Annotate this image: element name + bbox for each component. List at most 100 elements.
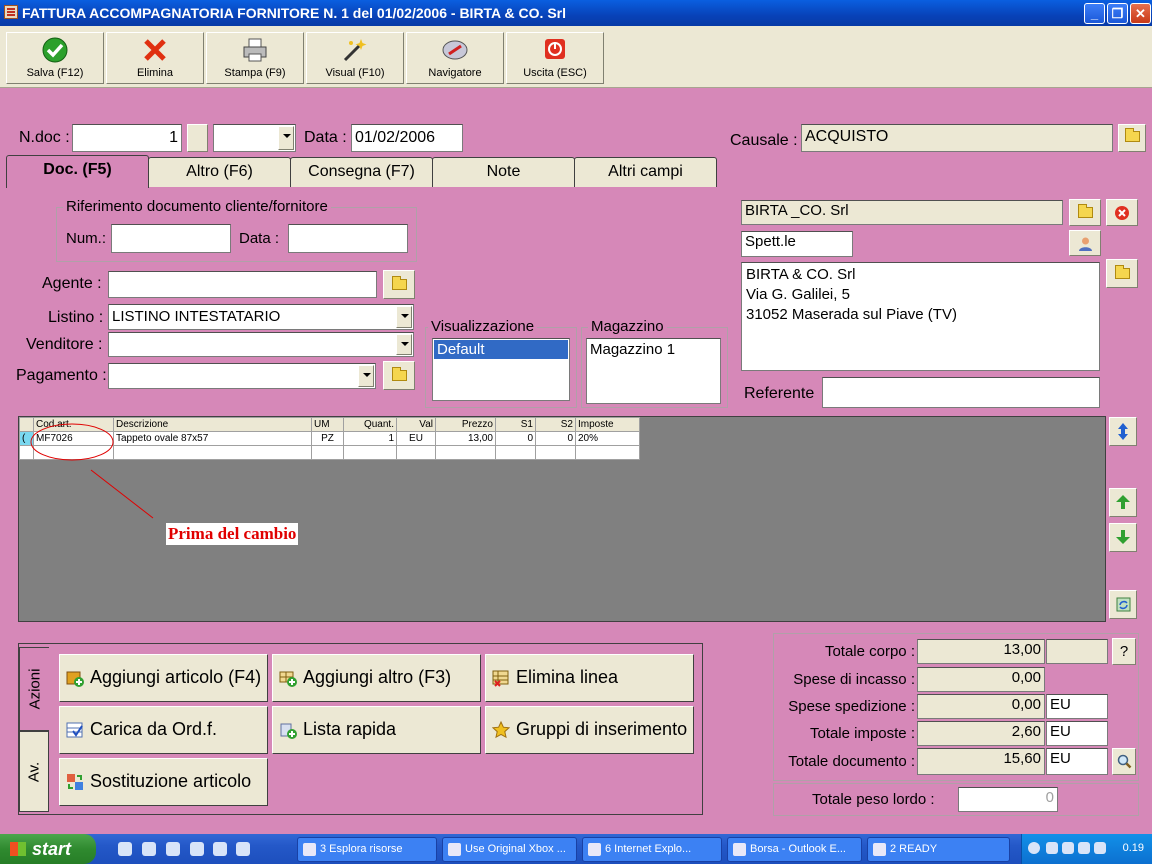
peso-label: Totale peso lordo :: [812, 791, 935, 808]
media-quicklaunch-icon[interactable]: [213, 842, 227, 856]
ndoc-lookup-button[interactable]: [187, 124, 208, 152]
tray-chevron-icon[interactable]: [1028, 842, 1040, 854]
titolo-input[interactable]: Spett.le: [741, 231, 853, 257]
app-quicklaunch-icon[interactable]: [166, 842, 180, 856]
search-quicklaunch-icon[interactable]: [236, 842, 250, 856]
pagamento-browse-button[interactable]: [383, 361, 415, 390]
causale-input[interactable]: ACQUISTO: [801, 124, 1113, 152]
load-from-order-button[interactable]: Carica da Ord.f.: [59, 706, 268, 754]
folder-icon: [1125, 128, 1140, 142]
tray-network-icon[interactable]: [1046, 842, 1058, 854]
windows-flag-icon: [10, 842, 26, 856]
col-s2[interactable]: S2: [535, 417, 576, 432]
cell-s2[interactable]: 0: [535, 431, 576, 446]
chevron-down-icon[interactable]: [358, 365, 374, 387]
cell-val[interactable]: EU: [396, 431, 436, 446]
folder-icon: [392, 367, 407, 381]
venditore-combo[interactable]: [108, 332, 414, 357]
tab-doc[interactable]: Doc. (F5): [6, 155, 149, 188]
date-input[interactable]: 01/02/2006: [351, 124, 463, 152]
contact-button[interactable]: [1069, 230, 1101, 256]
totale-corpo-label: Totale corpo :: [824, 643, 915, 660]
chevron-down-icon[interactable]: [278, 126, 294, 150]
tray-volume-icon[interactable]: [1078, 842, 1090, 854]
tab-note[interactable]: Note: [432, 157, 575, 187]
close-window-button[interactable]: ✕: [1130, 3, 1151, 24]
grid-move-button[interactable]: [1109, 417, 1137, 446]
help-button[interactable]: ?: [1112, 638, 1136, 665]
list-item[interactable]: Magazzino 1: [590, 341, 717, 358]
print-button[interactable]: Stampa (F9): [206, 32, 304, 84]
cliente-clear-button[interactable]: [1106, 199, 1138, 226]
cell-s1[interactable]: 0: [495, 431, 536, 446]
agente-browse-button[interactable]: [383, 270, 415, 299]
visual-button[interactable]: Visual (F10): [306, 32, 404, 84]
minimize-button[interactable]: _: [1084, 3, 1105, 24]
task-ready[interactable]: 2 READY: [867, 837, 1010, 862]
magazzino-list[interactable]: Magazzino 1: [586, 338, 721, 404]
start-button[interactable]: start: [0, 834, 96, 864]
visualizzazione-list[interactable]: Default: [432, 338, 570, 401]
task-internet-explorer[interactable]: 6 Internet Explo...: [582, 837, 722, 862]
ie-quicklaunch-icon[interactable]: [118, 842, 132, 856]
indirizzo-textarea[interactable]: BIRTA & CO. Srl Via G. Galilei, 5 31052 …: [741, 262, 1100, 371]
grid-up-button[interactable]: [1109, 488, 1137, 517]
chevron-down-icon[interactable]: [396, 334, 412, 355]
save-button[interactable]: Salva (F12): [6, 32, 104, 84]
cliente-browse-button[interactable]: [1069, 199, 1101, 226]
actions-panel: Azioni Av. Aggiungi articolo (F4) Aggiun…: [18, 643, 703, 815]
zoom-button[interactable]: [1112, 748, 1136, 775]
insert-groups-button[interactable]: Gruppi di inserimento: [485, 706, 694, 754]
article-grid[interactable]: Cod.art. Descrizione UM Quant. Val Prezz…: [18, 416, 1106, 622]
maximize-button[interactable]: ❐: [1107, 3, 1128, 24]
causale-browse-button[interactable]: [1118, 124, 1146, 152]
ref-date-input[interactable]: [288, 224, 408, 253]
grid-down-button[interactable]: [1109, 523, 1137, 552]
agente-input[interactable]: [108, 271, 377, 298]
ref-num-input[interactable]: [111, 224, 231, 253]
tab-altri-campi[interactable]: Altri campi: [574, 157, 717, 187]
grid-refresh-button[interactable]: [1109, 590, 1137, 619]
col-quant[interactable]: Quant.: [343, 417, 397, 432]
col-imposte[interactable]: Imposte: [575, 417, 640, 432]
delete-line-button[interactable]: Elimina linea: [485, 654, 694, 702]
navigator-button[interactable]: Navigatore: [406, 32, 504, 84]
quick-list-button[interactable]: Lista rapida: [272, 706, 481, 754]
app2-quicklaunch-icon[interactable]: [190, 842, 204, 856]
check-icon: [42, 37, 68, 63]
ndoc-input[interactable]: 1: [72, 124, 182, 152]
vtab-av[interactable]: Av.: [19, 731, 49, 812]
task-xbox[interactable]: Use Original Xbox ...: [442, 837, 577, 862]
col-prezzo[interactable]: Prezzo: [435, 417, 496, 432]
cell-imposte[interactable]: 20%: [575, 431, 640, 446]
cell-quant[interactable]: 1: [343, 431, 397, 446]
desktop-quicklaunch-icon[interactable]: [142, 842, 156, 856]
indirizzo-browse-button[interactable]: [1106, 259, 1138, 288]
series-combo[interactable]: [213, 124, 296, 152]
totale-imposte-currency[interactable]: EU: [1046, 721, 1108, 746]
replace-article-button[interactable]: Sostituzione articolo: [59, 758, 268, 806]
tray-app-icon[interactable]: [1062, 842, 1074, 854]
referente-input[interactable]: [822, 377, 1100, 408]
task-outlook[interactable]: Borsa - Outlook E...: [727, 837, 862, 862]
vtab-azioni[interactable]: Azioni: [19, 647, 49, 731]
task-explorer[interactable]: 3 Esplora risorse: [297, 837, 437, 862]
list-item[interactable]: Default: [434, 340, 568, 359]
delete-button[interactable]: Elimina: [106, 32, 204, 84]
add-article-button[interactable]: Aggiungi articolo (F4): [59, 654, 268, 702]
tray-monitor-icon[interactable]: [1094, 842, 1106, 854]
add-other-button[interactable]: Aggiungi altro (F3): [272, 654, 481, 702]
listino-combo[interactable]: LISTINO INTESTATARIO: [108, 304, 414, 330]
col-val[interactable]: Val: [396, 417, 436, 432]
spese-spedizione-currency[interactable]: EU: [1046, 694, 1108, 719]
cell-prezzo[interactable]: 13,00: [435, 431, 496, 446]
ragione-sociale-input[interactable]: BIRTA _CO. Srl: [741, 200, 1063, 225]
pagamento-combo[interactable]: [108, 363, 376, 389]
tab-altro[interactable]: Altro (F6): [148, 157, 291, 187]
chevron-down-icon[interactable]: [396, 306, 412, 328]
col-s1[interactable]: S1: [495, 417, 536, 432]
tab-consegna[interactable]: Consegna (F7): [290, 157, 433, 187]
totale-documento-value: 15,60: [917, 748, 1045, 775]
exit-button[interactable]: Uscita (ESC): [506, 32, 604, 84]
totale-documento-currency[interactable]: EU: [1046, 748, 1108, 775]
